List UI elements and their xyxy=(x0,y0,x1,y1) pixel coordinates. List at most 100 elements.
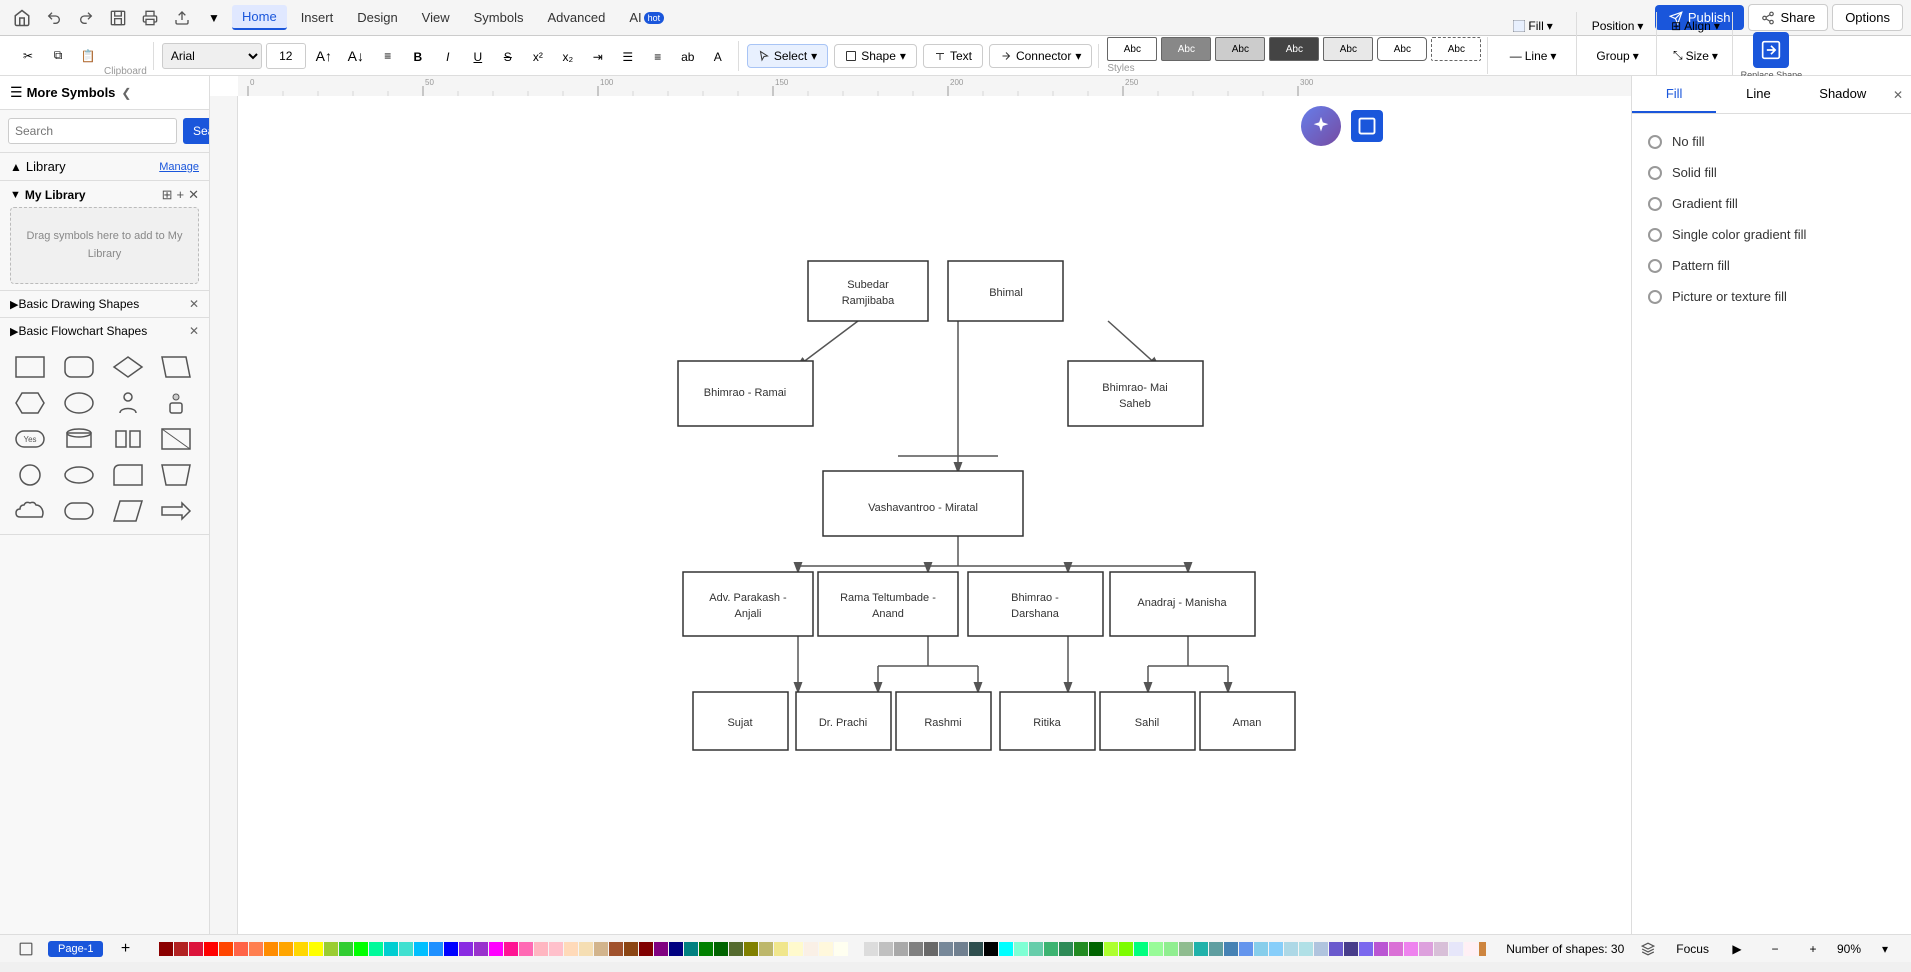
color-swatch[interactable] xyxy=(984,942,998,956)
increase-font-btn[interactable]: A↑ xyxy=(310,42,338,70)
shape-hexagon[interactable] xyxy=(10,388,50,418)
color-swatch[interactable] xyxy=(654,942,668,956)
basic-drawing-header[interactable]: ▶ Basic Drawing Shapes ✕ xyxy=(0,291,209,317)
color-swatch[interactable] xyxy=(879,942,893,956)
color-swatch[interactable] xyxy=(459,942,473,956)
undo-btn[interactable] xyxy=(40,4,68,32)
nav-home[interactable]: Home xyxy=(232,5,287,30)
canvas-area[interactable]: 050100150200250300 xyxy=(210,76,1631,934)
color-swatch[interactable] xyxy=(1434,942,1448,956)
shape-cloud[interactable] xyxy=(10,496,50,526)
more-btn[interactable]: ▼ xyxy=(200,4,228,32)
color-swatch[interactable] xyxy=(1089,942,1103,956)
color-swatch[interactable] xyxy=(999,942,1013,956)
color-swatch[interactable] xyxy=(759,942,773,956)
shape-person2[interactable] xyxy=(156,388,196,418)
position-btn[interactable]: Position▾ xyxy=(1588,12,1648,40)
color-swatch[interactable] xyxy=(624,942,638,956)
layers-btn[interactable] xyxy=(1634,935,1662,963)
nav-advanced[interactable]: Advanced xyxy=(537,6,615,29)
color-swatch[interactable] xyxy=(1479,942,1486,956)
nav-design[interactable]: Design xyxy=(347,6,407,29)
color-swatch[interactable] xyxy=(504,942,518,956)
style-4[interactable]: Abc xyxy=(1269,37,1319,61)
color-swatch[interactable] xyxy=(924,942,938,956)
color-swatch[interactable] xyxy=(1224,942,1238,956)
zoom-in-btn[interactable]: + xyxy=(1799,935,1827,963)
color-swatch[interactable] xyxy=(684,942,698,956)
color-swatch[interactable] xyxy=(849,942,863,956)
color-swatch[interactable] xyxy=(1464,942,1478,956)
font-family-select[interactable]: Arial xyxy=(162,43,262,69)
color-swatch[interactable] xyxy=(1149,942,1163,956)
color-swatch[interactable] xyxy=(339,942,353,956)
color-swatch[interactable] xyxy=(309,942,323,956)
zoom-menu-btn[interactable]: ▾ xyxy=(1871,935,1899,963)
color-swatch[interactable] xyxy=(1209,942,1223,956)
shape-arrow-right[interactable] xyxy=(156,496,196,526)
shape-circle[interactable] xyxy=(10,460,50,490)
text-tool-btn[interactable]: Text xyxy=(923,44,983,68)
add-to-lib-btn[interactable]: ⊞ xyxy=(162,187,173,203)
style-1[interactable]: Abc xyxy=(1107,37,1157,61)
fill-tab[interactable]: Fill xyxy=(1632,76,1716,113)
color-swatch[interactable] xyxy=(1134,942,1148,956)
color-swatch[interactable] xyxy=(894,942,908,956)
color-swatch[interactable] xyxy=(189,942,203,956)
search-button[interactable]: Search xyxy=(183,118,210,144)
pattern-fill-option[interactable]: Pattern fill xyxy=(1644,250,1899,281)
save-btn[interactable] xyxy=(104,4,132,32)
cut-btn[interactable]: ✂ xyxy=(14,42,42,70)
color-swatch[interactable] xyxy=(444,942,458,956)
single-color-gradient-option[interactable]: Single color gradient fill xyxy=(1644,219,1899,250)
manage-btn[interactable]: Manage xyxy=(159,161,199,173)
color-swatch[interactable] xyxy=(1374,942,1388,956)
shape-diamond[interactable] xyxy=(108,352,148,382)
color-swatch[interactable] xyxy=(159,942,173,956)
list2-btn[interactable]: ≡ xyxy=(644,43,672,71)
shape-diagonal[interactable] xyxy=(156,424,196,454)
color-swatch[interactable] xyxy=(1014,942,1028,956)
line-tab[interactable]: Line xyxy=(1716,76,1800,113)
color-swatch[interactable] xyxy=(939,942,953,956)
connector-tool-btn[interactable]: Connector ▾ xyxy=(989,44,1092,68)
shape-bracket[interactable] xyxy=(108,424,148,454)
shape-skewed[interactable] xyxy=(108,496,148,526)
color-swatch[interactable] xyxy=(1029,942,1043,956)
home-icon-btn[interactable] xyxy=(8,4,36,32)
font-color-btn[interactable]: A xyxy=(704,43,732,71)
color-swatch[interactable] xyxy=(174,942,188,956)
underline-btn[interactable]: U xyxy=(464,43,492,71)
color-swatch[interactable] xyxy=(789,942,803,956)
share-button[interactable]: Share xyxy=(1748,4,1828,31)
color-swatch[interactable] xyxy=(804,942,818,956)
zoom-out-btn[interactable]: − xyxy=(1761,935,1789,963)
color-swatch[interactable] xyxy=(1074,942,1088,956)
style-2[interactable]: Abc xyxy=(1161,37,1211,61)
color-swatch[interactable] xyxy=(1419,942,1433,956)
color-swatch[interactable] xyxy=(699,942,713,956)
plus-lib-btn[interactable]: + xyxy=(177,187,185,203)
shape-ellipse[interactable] xyxy=(59,460,99,490)
right-panel-close[interactable]: ✕ xyxy=(1885,80,1911,110)
shape-rounded-rect[interactable] xyxy=(59,352,99,382)
color-swatch[interactable] xyxy=(1269,942,1283,956)
color-swatch[interactable] xyxy=(714,942,728,956)
size-btn[interactable]: ⤡ Size▾ xyxy=(1669,42,1722,70)
superscript-btn[interactable]: x² xyxy=(524,43,552,71)
color-swatch[interactable] xyxy=(294,942,308,956)
color-swatch[interactable] xyxy=(1044,942,1058,956)
color-swatch[interactable] xyxy=(549,942,563,956)
color-swatch[interactable] xyxy=(1404,942,1418,956)
gradient-fill-option[interactable]: Gradient fill xyxy=(1644,188,1899,219)
color-swatch[interactable] xyxy=(1179,942,1193,956)
add-page-btn[interactable]: + xyxy=(111,935,139,963)
color-swatch[interactable] xyxy=(609,942,623,956)
subscript-btn[interactable]: x₂ xyxy=(554,43,582,71)
color-swatch[interactable] xyxy=(1299,942,1313,956)
color-swatch[interactable] xyxy=(1329,942,1343,956)
print-btn[interactable] xyxy=(136,4,164,32)
color-swatch[interactable] xyxy=(579,942,593,956)
copy-btn[interactable]: ⧉ xyxy=(44,42,72,70)
basic-flowchart-close[interactable]: ✕ xyxy=(189,324,199,338)
